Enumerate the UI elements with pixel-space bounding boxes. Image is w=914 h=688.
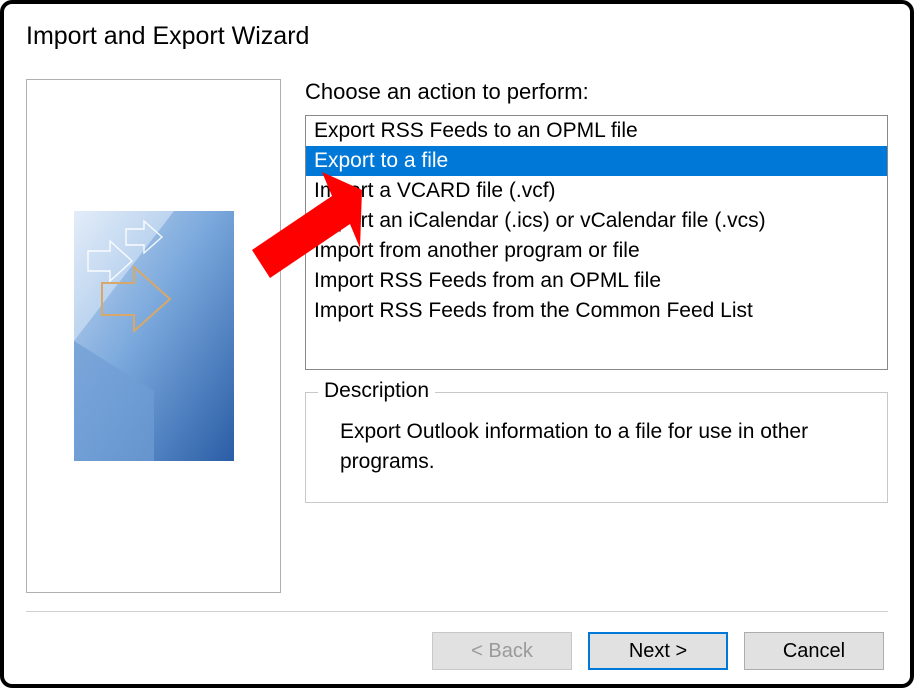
description-text: Export Outlook information to a file for… [326,407,867,478]
action-list-item[interactable]: Export RSS Feeds to an OPML file [306,116,887,146]
action-list-item[interactable]: Import an iCalendar (.ics) or vCalendar … [306,206,887,236]
next-button[interactable]: Next > [588,632,728,670]
action-listbox[interactable]: Export RSS Feeds to an OPML fileExport t… [305,115,888,370]
cancel-button[interactable]: Cancel [744,632,884,670]
action-list-item[interactable]: Import RSS Feeds from an OPML file [306,266,887,296]
dialog-title: Import and Export Wizard [26,22,888,51]
wizard-graphic-panel [26,79,281,593]
wizard-arrow-graphic-icon [74,211,234,461]
footer-divider [26,611,888,612]
description-group: Description Export Outlook information t… [305,392,888,503]
action-prompt-label: Choose an action to perform: [305,79,888,105]
action-list-item[interactable]: Import a VCARD file (.vcf) [306,176,887,206]
action-list-item[interactable]: Import from another program or file [306,236,887,266]
action-list-item[interactable]: Import RSS Feeds from the Common Feed Li… [306,296,887,326]
description-label: Description [318,379,435,403]
action-list-item[interactable]: Export to a file [306,146,887,176]
back-button: < Back [432,632,572,670]
